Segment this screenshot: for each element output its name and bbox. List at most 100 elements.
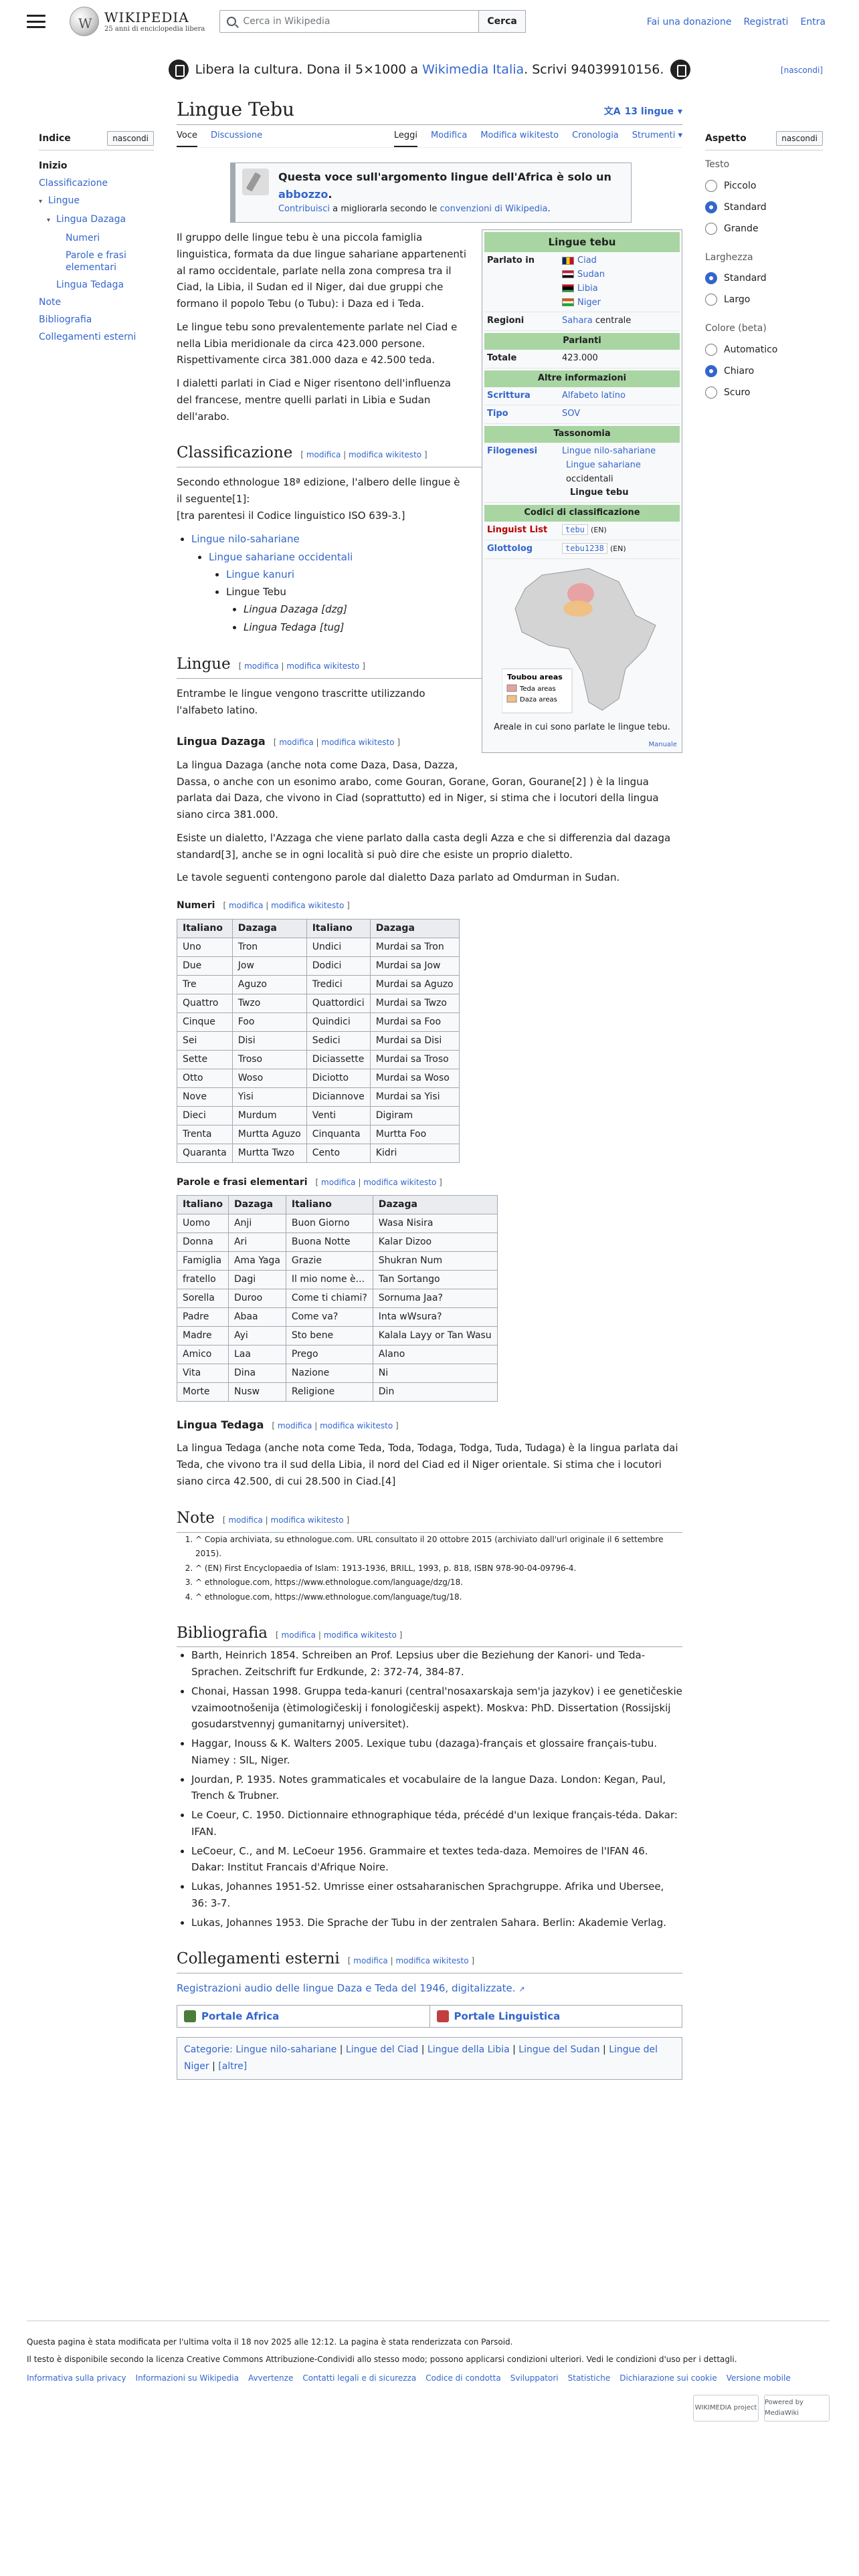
tab-discussione[interactable]: Discussione (211, 129, 262, 147)
tree-node[interactable]: Lingue nilo-sahariane (191, 533, 300, 545)
category-link[interactable]: Lingue del Sudan (518, 2044, 599, 2055)
country-ciad[interactable]: Ciad (577, 255, 597, 265)
edit-link[interactable]: modifica (282, 1630, 316, 1640)
edit-link[interactable]: modifica (278, 1421, 312, 1430)
edit-link[interactable]: modifica (279, 738, 314, 747)
portal-linguistica-link[interactable]: Portale Linguistica (454, 2008, 561, 2024)
infobox-glotto-label[interactable]: Glottolog (487, 542, 562, 556)
footer-link[interactable]: Informativa sulla privacy (27, 2372, 126, 2385)
infobox-linguist-label[interactable]: Linguist List (487, 524, 562, 538)
edit-wikitext-link[interactable]: modifica wikitesto (363, 1178, 436, 1187)
toc-item-collegamenti[interactable]: Collegamenti esterni (39, 328, 154, 346)
toc-item-classificazione[interactable]: Classificazione (39, 175, 154, 192)
radio-selected-icon[interactable] (705, 272, 717, 285)
script-value-link[interactable]: Alfabeto latino (562, 391, 626, 401)
phylo-1[interactable]: Lingue nilo-sahariane (562, 446, 656, 456)
external-audio-link[interactable]: Registrazioni audio delle lingue Daza e … (177, 1982, 516, 1994)
radio-icon[interactable] (705, 294, 717, 306)
infobox-manual-link[interactable]: Manuale (484, 740, 680, 750)
toc-item-lingua-dazaga[interactable]: ▾ Lingua Dazaga (39, 211, 154, 229)
radio-grande[interactable]: Grande (705, 218, 823, 239)
phylo-2[interactable]: Lingue sahariane (566, 460, 641, 470)
africa-map[interactable]: Toubou areas Teda areas Daza areas (501, 562, 662, 716)
toc-item-numeri[interactable]: Numeri (39, 229, 154, 247)
search-input[interactable]: Cerca in Wikipedia (219, 10, 480, 33)
portal-linguistica[interactable]: Portale Linguistica (429, 2005, 682, 2027)
radio-selected-icon[interactable] (705, 364, 717, 377)
edit-wikitext-link[interactable]: modifica wikitesto (395, 1956, 468, 1965)
portal-africa[interactable]: Portale Africa (177, 2006, 430, 2027)
edit-wikitext-link[interactable]: modifica wikitesto (271, 1515, 344, 1525)
radio-automatico[interactable]: Automatico (705, 339, 823, 360)
footer-link[interactable]: Contatti legali e di sicurezza (302, 2372, 416, 2385)
infobox-script-label[interactable]: Scrittura (487, 389, 562, 403)
edit-link[interactable]: modifica (321, 1178, 356, 1187)
radio-width-standard[interactable]: Standard (705, 267, 823, 289)
radio-selected-icon[interactable] (705, 201, 717, 213)
category-more-link[interactable]: [altre] (218, 2061, 247, 2072)
category-link[interactable]: Lingue del Ciad (346, 2044, 418, 2055)
main-menu-icon[interactable] (27, 15, 45, 28)
tab-voce[interactable]: Voce (177, 129, 197, 148)
footer-link[interactable]: Statistiche (568, 2372, 611, 2385)
chevron-down-icon[interactable]: ▾ (39, 193, 45, 211)
radio-icon[interactable] (705, 222, 717, 235)
search-button[interactable]: Cerca (479, 10, 526, 33)
edit-wikitext-link[interactable]: modifica wikitesto (271, 901, 344, 910)
radio-icon[interactable] (705, 386, 717, 399)
footer-link[interactable]: Versione mobile (727, 2372, 791, 2385)
radio-standard[interactable]: Standard (705, 197, 823, 218)
tab-strumenti[interactable]: Strumenti ▾ (632, 129, 682, 147)
radio-width-largo[interactable]: Largo (705, 289, 823, 310)
toc-item-lingua-tedaga[interactable]: Lingua Tedaga (39, 276, 154, 294)
toc-item-inizio[interactable]: Inizio (39, 157, 154, 175)
country-niger[interactable]: Niger (577, 298, 601, 308)
edit-link[interactable]: modifica (244, 661, 279, 671)
login-link[interactable]: Entra (800, 15, 826, 29)
stub-link[interactable]: abbozzo (278, 188, 328, 201)
categories-label[interactable]: Categorie: (184, 2044, 233, 2055)
toc-item-lingue[interactable]: ▾ Lingue (39, 192, 154, 211)
edit-link[interactable]: modifica (228, 1515, 263, 1525)
edit-wikitext-link[interactable]: modifica wikitesto (321, 738, 394, 747)
edit-wikitext-link[interactable]: modifica wikitesto (349, 450, 421, 459)
tab-leggi[interactable]: Leggi (393, 129, 417, 148)
toc-item-parole-frasi[interactable]: Parole e frasi elementari (39, 247, 154, 276)
infobox-phylo-label[interactable]: Filogenesi (487, 445, 562, 500)
radio-icon[interactable] (705, 179, 717, 192)
edit-link[interactable]: modifica (353, 1956, 388, 1965)
edit-wikitext-link[interactable]: modifica wikitesto (286, 661, 359, 671)
infobox-type-label[interactable]: Tipo (487, 407, 562, 421)
banner-hide-link[interactable]: [nascondi] (781, 64, 823, 77)
regions-link[interactable]: Sahara (562, 316, 593, 326)
footer-link[interactable]: Avvertenze (248, 2372, 293, 2385)
radio-piccolo[interactable]: Piccolo (705, 175, 823, 197)
edit-link[interactable]: modifica (306, 450, 341, 459)
country-sudan[interactable]: Sudan (577, 270, 605, 280)
tree-node[interactable]: Lingue kanuri (226, 568, 294, 580)
tree-node[interactable]: Lingue sahariane occidentali (209, 551, 353, 563)
mediawiki-badge[interactable]: Powered by MediaWiki (764, 2395, 830, 2422)
footer-link[interactable]: Dichiarazione sui cookie (619, 2372, 717, 2385)
appearance-hide-button[interactable]: nascondi (776, 131, 823, 146)
language-button[interactable]: 文A 13 lingue ▾ (604, 104, 682, 119)
category-link[interactable]: Lingue nilo-sahariane (235, 2044, 337, 2055)
radio-icon[interactable] (705, 343, 717, 356)
type-value-link[interactable]: SOV (562, 409, 580, 419)
footer-link[interactable]: Codice di condotta (425, 2372, 501, 2385)
chevron-down-icon[interactable]: ▾ (47, 212, 54, 229)
stub-contribute-link[interactable]: Contribuisci (278, 204, 330, 214)
wikipedia-logo[interactable]: WIKIPEDIA 25 anni di enciclopedia libera (70, 7, 205, 36)
edit-wikitext-link[interactable]: modifica wikitesto (324, 1630, 397, 1640)
stub-conventions-link[interactable]: convenzioni di Wikipedia (440, 204, 547, 214)
banner-link[interactable]: Wikimedia Italia (422, 60, 524, 80)
footer-link[interactable]: Informazioni su Wikipedia (136, 2372, 239, 2385)
tab-modifica-wikitesto[interactable]: Modifica wikitesto (480, 129, 559, 147)
donate-link[interactable]: Fai una donazione (647, 15, 732, 29)
toc-item-bibliografia[interactable]: Bibliografia (39, 311, 154, 328)
category-link[interactable]: Lingue della Libia (427, 2044, 510, 2055)
linguist-code[interactable]: tebu (562, 524, 588, 535)
edit-wikitext-link[interactable]: modifica wikitesto (320, 1421, 393, 1430)
radio-scuro[interactable]: Scuro (705, 382, 823, 403)
portal-africa-link[interactable]: Portale Africa (201, 2008, 279, 2024)
